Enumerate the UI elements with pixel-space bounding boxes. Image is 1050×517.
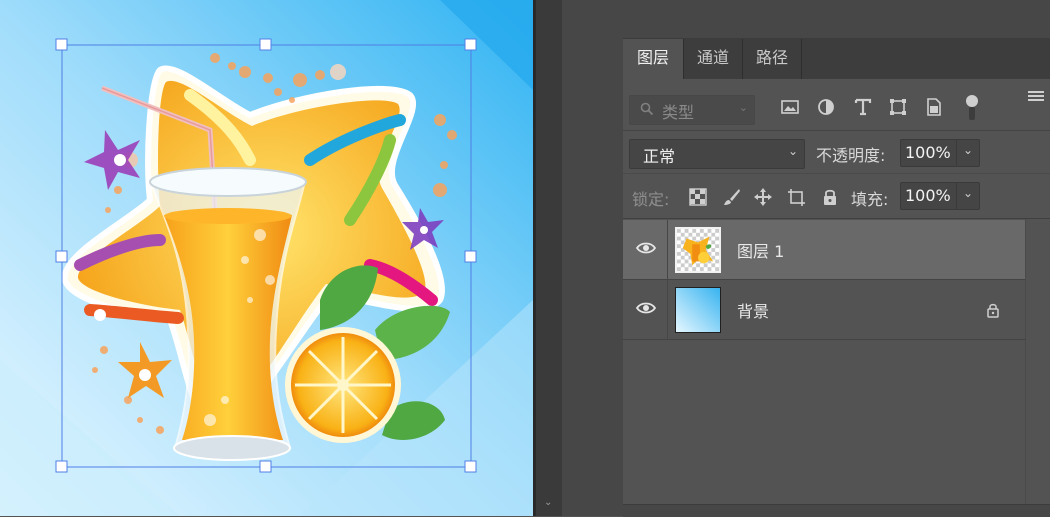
fill-label: 填充: [851, 190, 889, 209]
chevron-down-icon: ⌄ [787, 144, 798, 158]
filter-toggle-icon[interactable] [965, 94, 979, 122]
chevron-down-icon: ⌄ [738, 101, 748, 114]
search-icon [640, 102, 654, 116]
opacity-label: 不透明度: [816, 146, 886, 165]
layer-name[interactable]: 背景 [737, 298, 769, 322]
opacity-value: 100% [905, 143, 951, 162]
layer-filter-row: 类型 ⌄ [623, 80, 1050, 131]
chevron-down-icon[interactable]: ⌄ [963, 186, 973, 200]
type-filter-icon[interactable] [852, 96, 874, 118]
lock-artboard-icon[interactable] [786, 187, 806, 207]
layers-scrollbar[interactable] [1025, 219, 1050, 504]
panel-tabs: 图层 通道 路径 [623, 39, 1050, 101]
canvas-vertical-scrollbar[interactable]: ⌄ [535, 0, 562, 516]
tab-paths[interactable]: 路径 [743, 39, 802, 79]
adjustment-filter-icon[interactable] [815, 96, 837, 118]
canvas-area [0, 0, 535, 516]
image-filter-icon[interactable] [779, 96, 801, 118]
panel-topbar [623, 0, 1050, 39]
panel-dock-gutter [561, 0, 624, 516]
blend-row: 正常 ⌄ 不透明度: 100% ⌄ [623, 131, 1050, 173]
smart-object-filter-icon[interactable] [923, 96, 945, 118]
artwork [0, 0, 533, 516]
chevron-down-icon[interactable]: ⌄ [963, 143, 973, 157]
lock-row: 锁定: 填充: 100% ⌄ [623, 173, 1050, 219]
lock-paint-icon[interactable] [722, 187, 742, 207]
layer-row-background[interactable]: 背景 [623, 280, 1025, 340]
tab-channels[interactable]: 通道 [684, 39, 743, 79]
lock-move-icon[interactable] [753, 187, 773, 207]
fill-value: 100% [905, 186, 951, 205]
lock-transparent-icon[interactable] [688, 187, 708, 207]
shape-filter-icon[interactable] [887, 96, 909, 118]
tab-layers[interactable]: 图层 [623, 39, 684, 79]
blend-mode-value: 正常 [643, 147, 676, 166]
layer-name[interactable]: 图层 1 [737, 238, 784, 262]
eye-icon[interactable] [636, 241, 656, 255]
document-canvas[interactable] [0, 0, 533, 516]
layer-row-layer1[interactable]: 图层 1 [623, 220, 1025, 280]
eye-icon[interactable] [636, 301, 656, 315]
lock-icon [987, 303, 999, 318]
lock-all-icon[interactable] [820, 187, 840, 207]
layers-panel: 图层 通道 路径 类型 ⌄ 正常 ⌄ 不透明度: 100% ⌄ 锁定: 填充: … [623, 0, 1050, 517]
scroll-down-icon[interactable]: ⌄ [544, 497, 552, 508]
fill-input[interactable]: 100% ⌄ [900, 182, 980, 210]
layer-thumbnail [675, 227, 721, 273]
filter-kind-select[interactable]: 类型 ⌄ [629, 95, 755, 125]
layer-thumbnail [675, 287, 721, 333]
opacity-input[interactable]: 100% ⌄ [900, 139, 980, 167]
filter-kind-label: 类型 [662, 103, 695, 122]
blend-mode-select[interactable]: 正常 ⌄ [629, 139, 805, 169]
lock-label: 锁定: [632, 190, 670, 209]
panel-bottom-bar [623, 504, 1050, 517]
